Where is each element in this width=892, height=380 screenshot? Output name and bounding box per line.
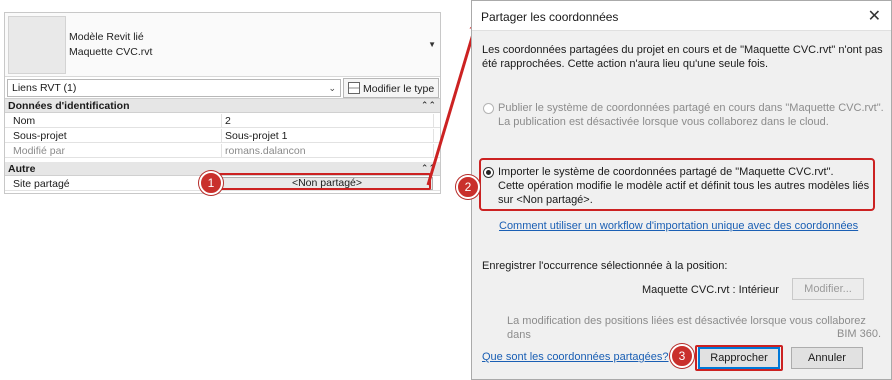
property-name: Nom: [13, 115, 36, 127]
shared-coordinates-help-link[interactable]: Que sont les coordonnées partagées?: [482, 351, 669, 363]
intro-line-2: été rapprochées. Cette action n'aura lie…: [482, 58, 769, 70]
share-coordinates-dialog: Partager les coordonnées ✕ Les coordonné…: [471, 0, 892, 380]
group-header-identity[interactable]: Données d'identification ⌃⌃: [5, 99, 440, 113]
modify-button[interactable]: Modifier...: [792, 278, 864, 300]
highlight-box-shared-site: [216, 173, 431, 190]
property-row-name[interactable]: Nom 2: [5, 114, 440, 128]
dialog-titlebar[interactable]: Partager les coordonnées ✕: [472, 1, 891, 31]
publish-option-line-1: Publier le système de coordonnées partag…: [498, 102, 884, 114]
edit-type-button[interactable]: Modifier le type: [343, 78, 439, 98]
edit-type-icon: [348, 82, 360, 94]
type-dropdown-icon[interactable]: ▼: [428, 40, 436, 49]
group-identity-label: Données d'identification: [8, 100, 130, 112]
property-value[interactable]: 2: [221, 114, 433, 127]
property-value: romans.dalancon: [221, 144, 433, 157]
group-other-label: Autre: [8, 163, 36, 175]
step-badge-3: 3: [670, 344, 694, 368]
property-row-edited-by: Modifié par romans.dalancon: [5, 144, 440, 158]
publish-option-line-2: La publication est désactivée lorsque vo…: [498, 116, 829, 128]
step-badge-2: 2: [456, 175, 480, 199]
record-position-label: Enregistrer l'occurrence sélectionnée à …: [482, 260, 728, 272]
edit-type-label: Modifier le type: [363, 83, 435, 95]
instance-selector-row: Liens RVT (1) ⌄ Modifier le type: [5, 77, 440, 99]
type-selector-header[interactable]: Modèle Revit lié Maquette CVC.rvt ▼: [5, 13, 440, 77]
instance-filter-dropdown[interactable]: Liens RVT (1) ⌄: [7, 79, 341, 97]
intro-line-1: Les coordonnées partagées du projet en c…: [482, 44, 883, 56]
type-family-label: Modèle Revit lié: [69, 31, 144, 43]
highlight-box-reconcile: [695, 345, 783, 371]
highlight-box-import-option: [479, 158, 875, 211]
disabled-note-line-1: La modification des positions liées est …: [507, 315, 866, 341]
step-badge-1: 1: [199, 171, 223, 195]
cancel-button[interactable]: Annuler: [791, 347, 863, 369]
chevron-down-icon: ⌄: [328, 83, 336, 93]
property-value[interactable]: Sous-projet 1: [221, 129, 433, 142]
type-name-label: Maquette CVC.rvt: [69, 46, 153, 58]
property-name: Modifié par: [13, 145, 65, 157]
disabled-note-line-2: BIM 360.: [837, 328, 882, 340]
position-value: Maquette CVC.rvt : Intérieur: [642, 284, 779, 296]
collapse-icon[interactable]: ⌃⌃: [421, 100, 436, 111]
property-row-workset[interactable]: Sous-projet Sous-projet 1: [5, 129, 440, 143]
dialog-title: Partager les coordonnées: [481, 10, 619, 24]
close-icon[interactable]: ✕: [868, 6, 881, 26]
type-thumbnail: [8, 16, 66, 74]
property-name: Sous-projet: [13, 130, 67, 142]
publish-radio: [483, 103, 494, 114]
properties-palette: Modèle Revit lié Maquette CVC.rvt ▼ Lien…: [4, 12, 441, 194]
instance-filter-value: Liens RVT (1): [12, 82, 77, 94]
workflow-help-link[interactable]: Comment utiliser un workflow d'importati…: [499, 220, 858, 232]
property-name: Site partagé: [13, 178, 70, 190]
